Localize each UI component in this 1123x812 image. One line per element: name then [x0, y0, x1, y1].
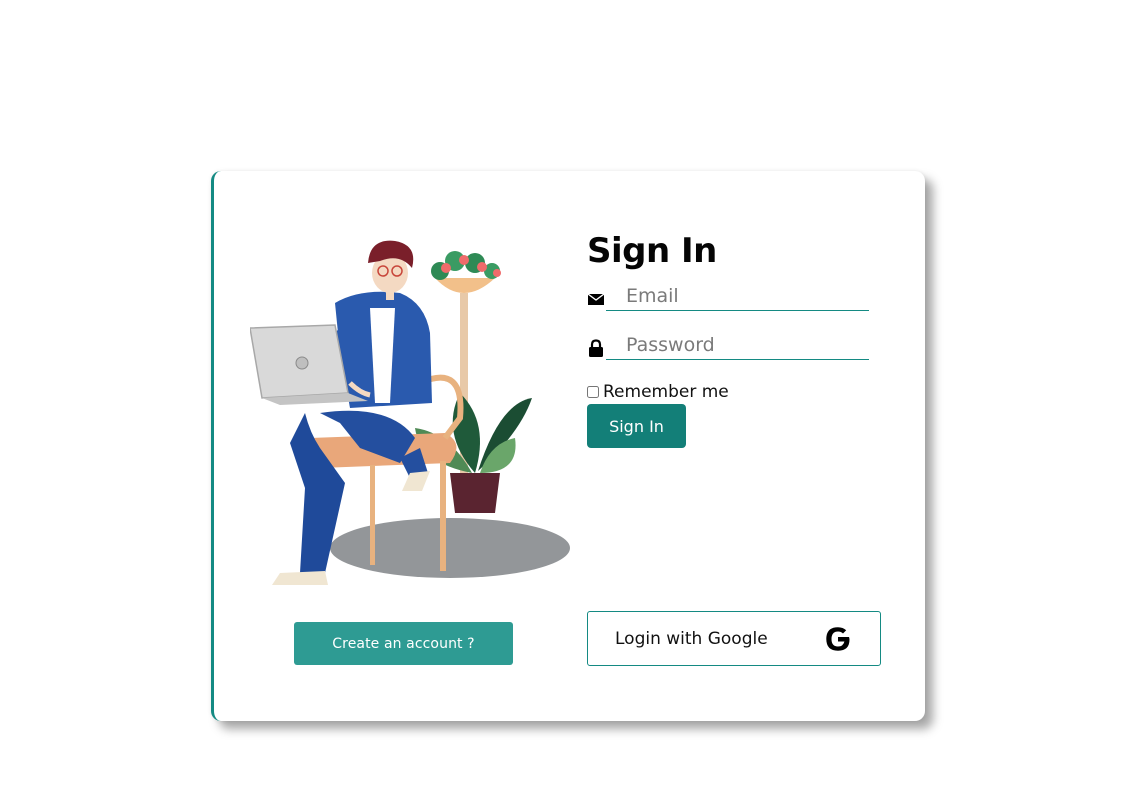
- remember-me-checkbox[interactable]: [587, 386, 599, 398]
- password-field-row: [587, 331, 869, 361]
- google-icon: [826, 627, 850, 651]
- signin-card: Create an account ? Sign In Remember me …: [211, 171, 925, 721]
- sign-in-button[interactable]: Sign In: [587, 404, 686, 448]
- email-field-row: [587, 282, 869, 312]
- remember-me[interactable]: Remember me: [587, 382, 729, 402]
- page-title: Sign In: [587, 231, 717, 271]
- email-field[interactable]: [606, 282, 869, 311]
- person-with-laptop-illustration: [250, 240, 570, 585]
- create-account-button[interactable]: Create an account ?: [294, 622, 513, 665]
- login-with-google-button[interactable]: Login with Google: [587, 611, 881, 666]
- password-field[interactable]: [606, 331, 869, 360]
- remember-me-label: Remember me: [603, 382, 729, 402]
- envelope-icon: [587, 293, 605, 305]
- lock-icon: [589, 339, 603, 357]
- google-button-label: Login with Google: [615, 628, 768, 649]
